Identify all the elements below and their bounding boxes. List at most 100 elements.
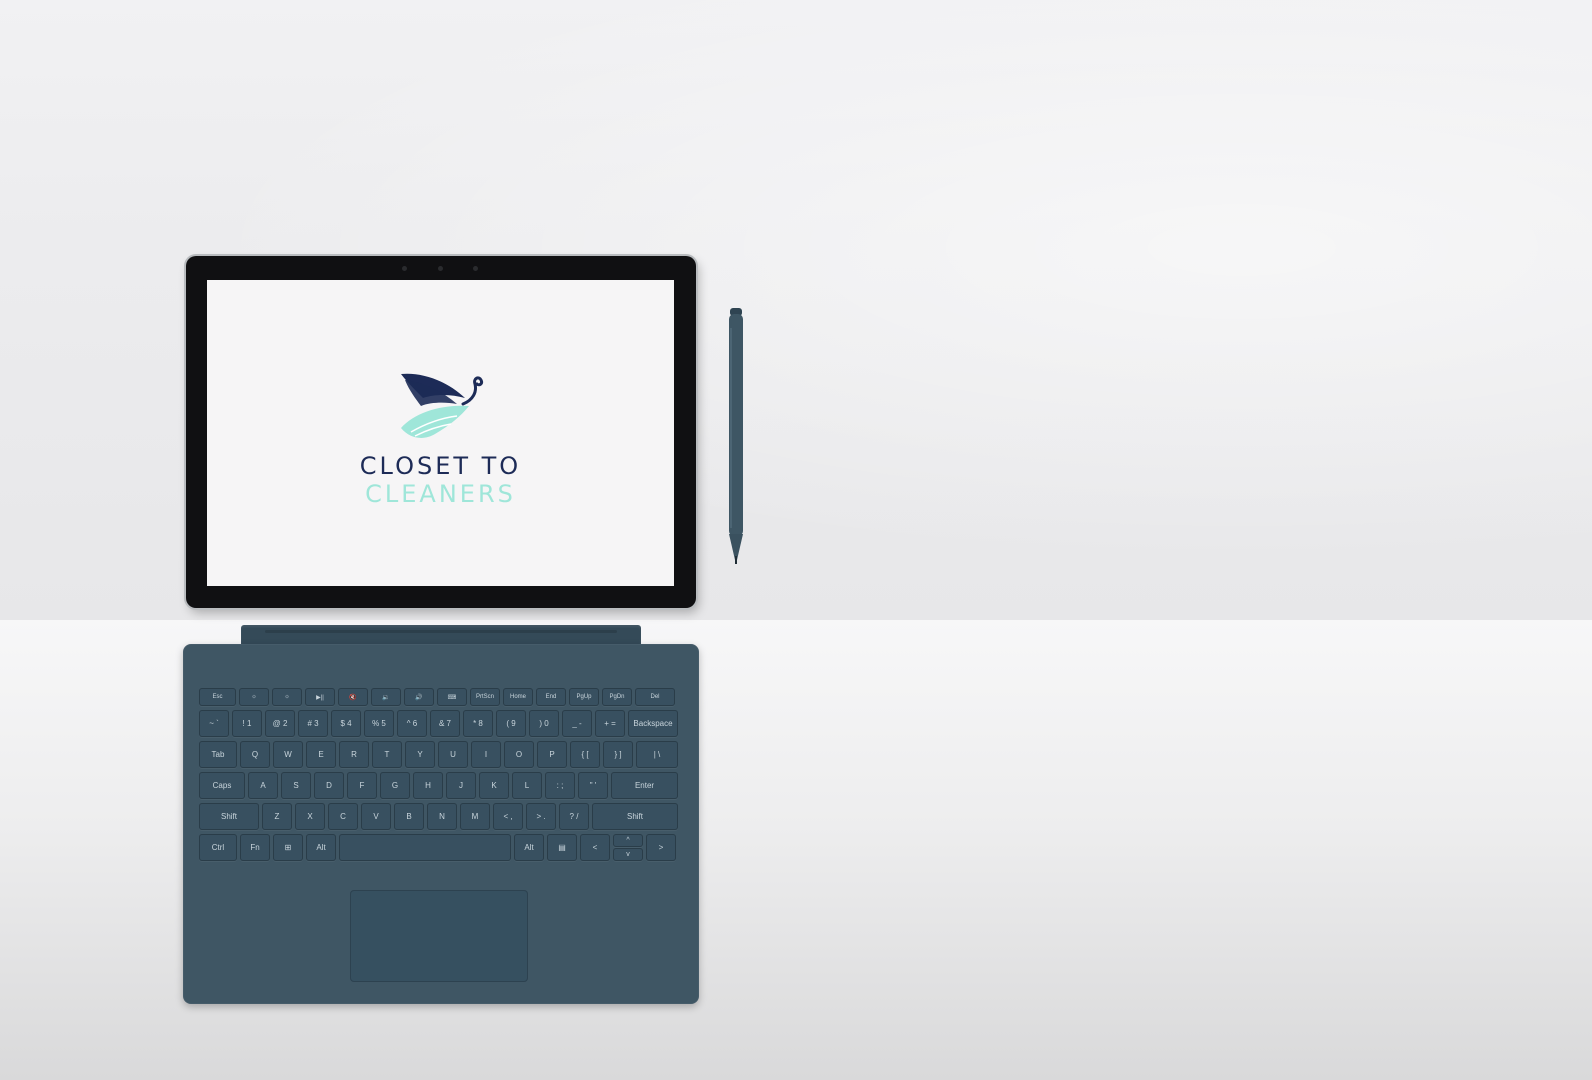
space-row: Ctrl Fn ⊞ Alt Alt ▤ < ^ v > — [199, 834, 683, 861]
key[interactable]: ~ ` — [199, 710, 229, 737]
key[interactable]: E — [306, 741, 336, 768]
key[interactable]: & 7 — [430, 710, 460, 737]
key[interactable]: ☼ — [272, 688, 302, 706]
camera-dot — [437, 265, 443, 271]
key[interactable]: 🔊 — [404, 688, 434, 706]
arrow-up-down-cluster: ^ v — [613, 834, 643, 861]
key[interactable]: Q — [240, 741, 270, 768]
number-row: ~ ` ! 1 @ 2 # 3 $ 4 % 5 ^ 6 & 7 * 8 ( 9 … — [199, 710, 683, 737]
key[interactable]: K — [479, 772, 509, 799]
menu-key[interactable]: ▤ — [547, 834, 577, 861]
brand-logo: CLOSET TO CLEANERS — [207, 364, 674, 508]
arrow-left-key[interactable]: < — [580, 834, 610, 861]
key[interactable]: $ 4 — [331, 710, 361, 737]
key[interactable]: I — [471, 741, 501, 768]
key[interactable]: R — [339, 741, 369, 768]
key[interactable]: } ] — [603, 741, 633, 768]
key[interactable]: Y — [405, 741, 435, 768]
space-key[interactable] — [339, 834, 511, 861]
key[interactable]: % 5 — [364, 710, 394, 737]
fn-key[interactable]: Fn — [240, 834, 270, 861]
key[interactable]: ) 0 — [529, 710, 559, 737]
key[interactable]: : ; — [545, 772, 575, 799]
camera-dot — [402, 265, 407, 271]
top-letter-row: Tab Q W E R T Y U I O P { [ } ] | \ — [199, 741, 683, 768]
key[interactable]: C — [328, 803, 358, 830]
bottom-letter-row: Shift Z X C V B N M < , > . ? / Shift — [199, 803, 683, 830]
key[interactable]: ☼ — [239, 688, 269, 706]
key[interactable]: Z — [262, 803, 292, 830]
key[interactable]: S — [281, 772, 311, 799]
key[interactable]: V — [361, 803, 391, 830]
tablet-screen: CLOSET TO CLEANERS — [207, 280, 674, 586]
key[interactable]: PrtScn — [470, 688, 500, 706]
key[interactable]: L — [512, 772, 542, 799]
key[interactable]: ( 9 — [496, 710, 526, 737]
key[interactable]: " ' — [578, 772, 608, 799]
touchpad[interactable] — [350, 890, 528, 982]
key[interactable]: 🔉 — [371, 688, 401, 706]
ctrl-key[interactable]: Ctrl — [199, 834, 237, 861]
key[interactable]: End — [536, 688, 566, 706]
key[interactable]: Esc — [199, 688, 236, 706]
key-grid: Esc ☼ ☼ ▶|| 🔇 🔉 🔊 ⌨ PrtScn Home End PgUp… — [199, 688, 683, 865]
key[interactable]: J — [446, 772, 476, 799]
key[interactable]: { [ — [570, 741, 600, 768]
key[interactable]: F — [347, 772, 377, 799]
key[interactable]: Home — [503, 688, 533, 706]
brand-name-line2: CLEANERS — [365, 480, 516, 508]
key[interactable]: X — [295, 803, 325, 830]
key[interactable]: D — [314, 772, 344, 799]
key[interactable]: ⌨ — [437, 688, 467, 706]
key[interactable]: + = — [595, 710, 625, 737]
enter-key[interactable]: Enter — [611, 772, 678, 799]
key[interactable]: @ 2 — [265, 710, 295, 737]
alt-key[interactable]: Alt — [306, 834, 336, 861]
home-row: Caps A S D F G H J K L : ; " ' Enter — [199, 772, 683, 799]
caps-key[interactable]: Caps — [199, 772, 245, 799]
camera-bar — [402, 263, 478, 273]
key[interactable]: PgUp — [569, 688, 599, 706]
key[interactable]: ^ 6 — [397, 710, 427, 737]
key[interactable]: # 3 — [298, 710, 328, 737]
key[interactable]: T — [372, 741, 402, 768]
swan-logo-icon — [400, 373, 483, 438]
key[interactable]: ? / — [559, 803, 589, 830]
key[interactable]: A — [248, 772, 278, 799]
key[interactable]: ▶|| — [305, 688, 335, 706]
key[interactable]: G — [380, 772, 410, 799]
tab-key[interactable]: Tab — [199, 741, 237, 768]
keyboard-hinge — [241, 625, 641, 645]
arrow-down-key[interactable]: v — [613, 848, 643, 861]
left-shift-key[interactable]: Shift — [199, 803, 259, 830]
key[interactable]: ! 1 — [232, 710, 262, 737]
key[interactable]: W — [273, 741, 303, 768]
windows-key[interactable]: ⊞ — [273, 834, 303, 861]
camera-dot — [473, 265, 478, 271]
function-row: Esc ☼ ☼ ▶|| 🔇 🔉 🔊 ⌨ PrtScn Home End PgUp… — [199, 688, 683, 706]
key[interactable]: > . — [526, 803, 556, 830]
key[interactable]: PgDn — [602, 688, 632, 706]
key[interactable]: U — [438, 741, 468, 768]
key[interactable]: N — [427, 803, 457, 830]
key[interactable]: < , — [493, 803, 523, 830]
type-cover-keyboard: Esc ☼ ☼ ▶|| 🔇 🔉 🔊 ⌨ PrtScn Home End PgUp… — [183, 644, 699, 1004]
arrow-right-key[interactable]: > — [646, 834, 676, 861]
key[interactable]: | \ — [636, 741, 678, 768]
key[interactable]: * 8 — [463, 710, 493, 737]
key[interactable]: H — [413, 772, 443, 799]
backspace-key[interactable]: Backspace — [628, 710, 678, 737]
right-shift-key[interactable]: Shift — [592, 803, 678, 830]
key[interactable]: P — [537, 741, 567, 768]
key[interactable]: Del — [635, 688, 675, 706]
key[interactable]: B — [394, 803, 424, 830]
key[interactable]: _ - — [562, 710, 592, 737]
key[interactable]: 🔇 — [338, 688, 368, 706]
key[interactable]: M — [460, 803, 490, 830]
key[interactable]: O — [504, 741, 534, 768]
stylus-pen — [729, 308, 743, 564]
right-alt-key[interactable]: Alt — [514, 834, 544, 861]
arrow-up-key[interactable]: ^ — [613, 834, 643, 847]
tablet: CLOSET TO CLEANERS — [186, 256, 696, 608]
brand-name-line1: CLOSET TO — [359, 452, 522, 480]
